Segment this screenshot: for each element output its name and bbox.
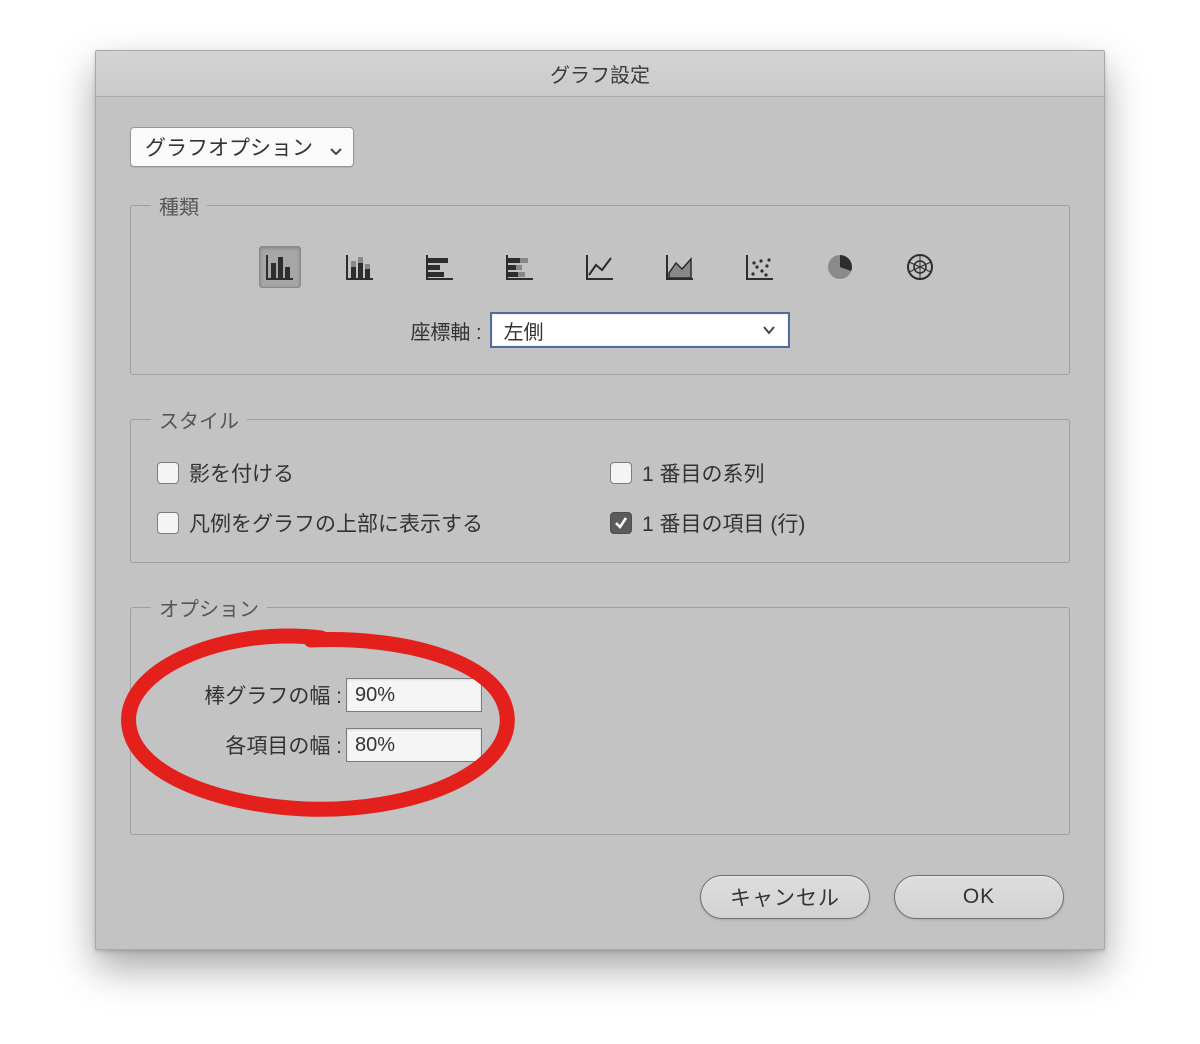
graph-type-icons	[151, 246, 1049, 288]
checkbox-icon	[610, 462, 632, 484]
graph-category-select[interactable]: グラフオプション	[130, 127, 354, 167]
type-group-legend: 種類	[151, 191, 207, 220]
graph-category-value: グラフオプション	[145, 132, 313, 162]
axis-select[interactable]: 左側	[490, 312, 790, 348]
cluster-width-input[interactable]: 80%	[346, 728, 482, 762]
style-group-legend: スタイル	[151, 405, 247, 434]
column-graph-icon[interactable]	[259, 246, 301, 288]
ok-button[interactable]: OK	[894, 875, 1064, 919]
pie-graph-icon[interactable]	[819, 246, 861, 288]
checkbox-label: 凡例をグラフの上部に表示する	[189, 508, 483, 538]
axis-row: 座標軸 : 左側	[151, 312, 1049, 348]
style-group: スタイル 影を付ける 1 番目の系列 凡例をグラフの上部に表示する	[130, 405, 1070, 563]
radar-graph-icon[interactable]	[899, 246, 941, 288]
checkbox-label: 1 番目の系列	[642, 458, 765, 488]
cluster-width-row: 各項目の幅 : 80%	[151, 728, 1049, 762]
bar-width-label: 棒グラフの幅 :	[151, 680, 346, 710]
checkbox-first-series[interactable]: 1 番目の系列	[610, 458, 1043, 488]
axis-select-value: 左側	[504, 316, 544, 345]
scatter-graph-icon[interactable]	[739, 246, 781, 288]
axis-label: 座標軸 :	[410, 316, 481, 345]
line-graph-icon[interactable]	[579, 246, 621, 288]
chevron-down-icon	[329, 139, 343, 155]
checkbox-legend-top[interactable]: 凡例をグラフの上部に表示する	[157, 508, 590, 538]
chevron-down-icon	[762, 323, 776, 337]
checkbox-drop-shadow[interactable]: 影を付ける	[157, 458, 590, 488]
bar-width-row: 棒グラフの幅 : 90%	[151, 678, 1049, 712]
stacked-bar-graph-icon[interactable]	[499, 246, 541, 288]
options-group: オプション 棒グラフの幅 : 90% 各項目の幅 : 80%	[130, 593, 1070, 835]
options-group-legend: オプション	[151, 593, 267, 622]
stacked-column-graph-icon[interactable]	[339, 246, 381, 288]
annotation-circle-icon	[101, 616, 541, 826]
bar-graph-icon[interactable]	[419, 246, 461, 288]
type-group: 種類	[130, 191, 1070, 375]
checkbox-icon	[157, 462, 179, 484]
bar-width-input[interactable]: 90%	[346, 678, 482, 712]
checkbox-icon	[157, 512, 179, 534]
dialog-buttons: キャンセル OK	[130, 875, 1070, 919]
checkbox-label: 1 番目の項目 (行)	[642, 508, 805, 538]
area-graph-icon[interactable]	[659, 246, 701, 288]
graph-settings-dialog: グラフ設定 グラフオプション 種類	[95, 50, 1105, 950]
cancel-button[interactable]: キャンセル	[700, 875, 870, 919]
cluster-width-label: 各項目の幅 :	[151, 730, 346, 760]
dialog-title: グラフ設定	[96, 51, 1104, 97]
checkbox-first-row[interactable]: 1 番目の項目 (行)	[610, 508, 1043, 538]
checkbox-checked-icon	[610, 512, 632, 534]
checkbox-label: 影を付ける	[189, 458, 294, 488]
dialog-content: グラフオプション 種類	[96, 97, 1104, 949]
